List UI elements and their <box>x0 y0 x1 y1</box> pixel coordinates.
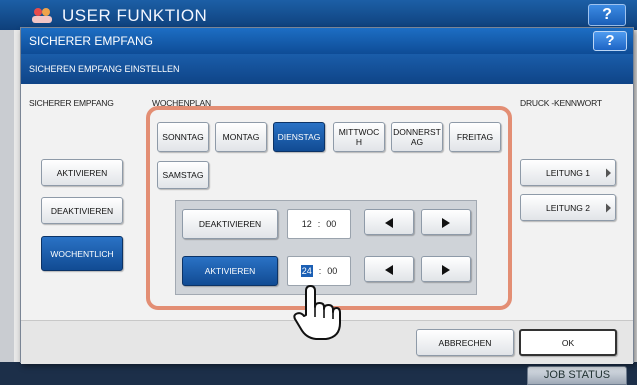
dialog-help-button[interactable]: ? <box>593 31 627 51</box>
line1-label: LEITUNG 1 <box>546 167 590 178</box>
screen: USER FUNKTION ? JOB STATUS SICHERER EMPF… <box>0 0 637 385</box>
pointer-hand-icon <box>293 285 341 340</box>
user-icon <box>32 8 52 23</box>
activate-button[interactable]: AKTIVIEREN <box>41 159 123 186</box>
background-header: USER FUNKTION ? <box>0 0 637 30</box>
background-sidebar <box>0 30 14 362</box>
line2-button[interactable]: LEITUNG 2 <box>520 194 616 221</box>
ok-button[interactable]: OK <box>519 329 617 356</box>
cancel-button[interactable]: ABBRECHEN <box>416 329 514 356</box>
line1-button[interactable]: LEITUNG 1 <box>520 159 616 186</box>
secure-receive-label: SICHERER EMPFANG <box>29 98 114 108</box>
highlight-frame <box>146 106 512 310</box>
chevron-right-icon <box>606 203 611 212</box>
weekly-button[interactable]: WOCHENTLICH <box>41 236 123 271</box>
dialog-title: SICHERER EMPFANG <box>21 28 633 54</box>
print-password-label: DRUCK -KENNWORT <box>520 98 602 108</box>
background-title: USER FUNKTION <box>62 6 208 25</box>
job-status-button[interactable]: JOB STATUS <box>527 366 627 385</box>
dialog-subtitle: SICHEREN EMPFANG EINSTELLEN <box>21 54 633 84</box>
deactivate-button[interactable]: DEAKTIVIEREN <box>41 197 123 224</box>
chevron-right-icon <box>606 168 611 177</box>
line2-label: LEITUNG 2 <box>546 202 590 213</box>
background-help-button[interactable]: ? <box>588 4 626 26</box>
